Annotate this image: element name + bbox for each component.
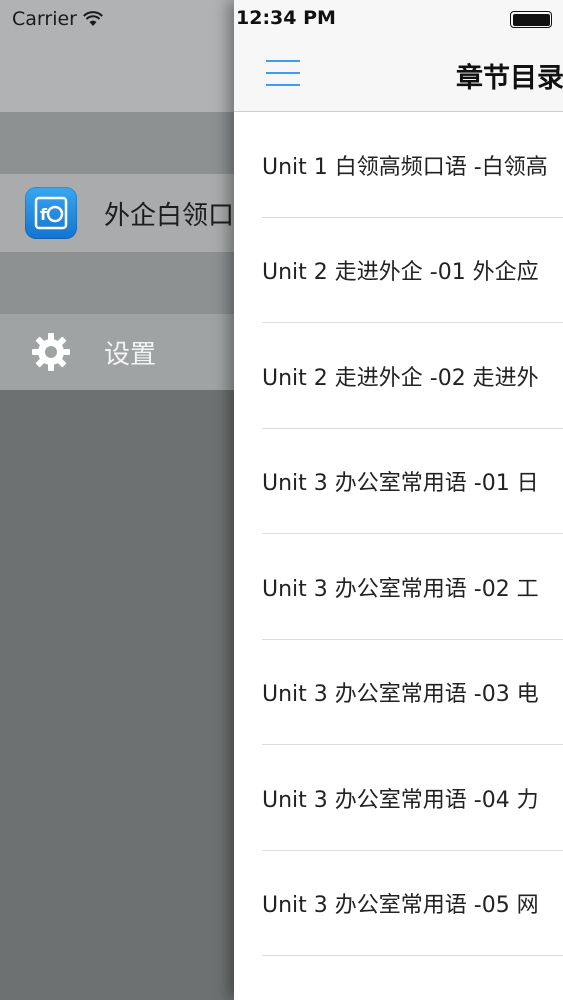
navigation-bar: 12:34 PM 章节目录 <box>234 0 563 112</box>
chapter-item[interactable]: Unit 1 白领高频口语 -白领高 <box>234 112 563 218</box>
app-logo-icon: f <box>25 187 77 239</box>
carrier-label: Carrier <box>12 8 77 30</box>
chapter-item[interactable]: Unit 3 办公室常用语 -01 日 <box>234 429 563 535</box>
chapter-item[interactable]: Unit 3 办公室常用语 -03 电 <box>234 640 563 746</box>
screen: f 外企白领口 设置 Carrier 12:34 PM 章节目录 Unit 1 … <box>0 0 563 1000</box>
page-title: 章节目录 <box>456 63 563 94</box>
wifi-icon <box>83 11 103 26</box>
chapter-list: Unit 1 白领高频口语 -白领高 Unit 2 走进外企 -01 外企应 U… <box>234 112 563 956</box>
gear-icon <box>25 326 77 378</box>
chapter-item[interactable]: Unit 3 办公室常用语 -04 力 <box>234 745 563 851</box>
status-carrier: Carrier <box>12 8 103 30</box>
status-time: 12:34 PM <box>236 7 336 29</box>
chapter-item[interactable]: Unit 3 办公室常用语 -05 网 <box>234 851 563 957</box>
chapter-item[interactable]: Unit 3 办公室常用语 -02 工 <box>234 534 563 640</box>
chapter-panel: 12:34 PM 章节目录 Unit 1 白领高频口语 -白领高 Unit 2 … <box>234 0 563 1000</box>
chapter-item[interactable]: Unit 2 走进外企 -02 走进外 <box>234 323 563 429</box>
menu-item-settings-label: 设置 <box>104 339 157 370</box>
menu-toggle-icon[interactable] <box>266 58 300 88</box>
menu-item-app-label: 外企白领口 <box>104 200 235 231</box>
chapter-item[interactable]: Unit 2 走进外企 -01 外企应 <box>234 218 563 324</box>
battery-icon <box>510 11 552 28</box>
